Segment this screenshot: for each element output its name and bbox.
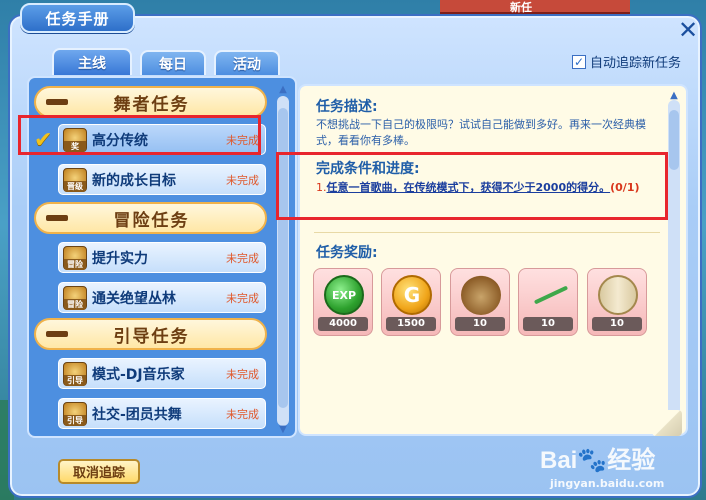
detail-scrollbar[interactable]	[668, 100, 680, 416]
tab-event[interactable]: 活动	[214, 50, 280, 75]
category-title: 冒险任务	[113, 210, 190, 231]
watermark-logo: Bai🐾经验	[540, 447, 656, 474]
reward-thread[interactable]: 10	[587, 268, 647, 336]
reward-count: 4000	[318, 317, 368, 331]
quest-name: 通关绝望丛林	[92, 290, 176, 307]
quest-item-new-growth[interactable]: 晋级 新的成长目标 未完成	[58, 164, 266, 195]
background-banner: 新任	[440, 0, 630, 14]
reward-gold[interactable]: G 1500	[381, 268, 441, 336]
category-dancer[interactable]: 舞者任务	[34, 86, 267, 118]
quest-item-dj-musician[interactable]: 引导 模式-DJ音乐家 未完成	[58, 358, 266, 389]
baidu-watermark: Bai🐾经验 jingyan.baidu.com	[540, 440, 664, 490]
quest-name: 提升实力	[92, 250, 148, 267]
detail-scroll-up-icon[interactable]: ▲	[668, 90, 680, 101]
auto-track-toggle[interactable]: ✓ 自动追踪新任务	[572, 52, 681, 71]
window-title: 任务手册	[20, 3, 135, 33]
highlight-box-condition	[276, 152, 668, 220]
quest-item-improve-strength[interactable]: 冒险 提升实力 未完成	[58, 242, 266, 273]
exp-icon: EXP	[324, 275, 364, 315]
highlight-box-quest	[18, 115, 261, 155]
treasure-chest-icon: 冒险	[63, 285, 87, 310]
reward-count: 1500	[386, 317, 436, 331]
seed-pod-icon	[461, 275, 501, 315]
description-title: 任务描述:	[316, 99, 378, 115]
guide-icon: 引导	[63, 361, 87, 386]
thread-spool-icon	[598, 275, 638, 315]
cancel-tracking-button[interactable]: 取消追踪	[58, 459, 140, 484]
reward-needle[interactable]: 10	[518, 268, 578, 336]
quest-name: 模式-DJ音乐家	[92, 366, 185, 383]
needle-icon	[529, 275, 569, 315]
collapse-icon	[46, 215, 68, 221]
tab-main[interactable]: 主线	[52, 48, 132, 75]
scroll-up-icon[interactable]: ▲	[277, 84, 289, 95]
rewards-title: 任务奖励:	[316, 245, 378, 261]
category-title: 舞者任务	[113, 94, 190, 115]
collapse-icon	[46, 99, 68, 105]
tab-daily[interactable]: 每日	[140, 50, 206, 75]
auto-track-label: 自动追踪新任务	[590, 56, 682, 71]
quest-name: 社交-团员共舞	[92, 406, 182, 423]
category-adventure[interactable]: 冒险任务	[34, 202, 267, 234]
collapse-icon	[46, 331, 68, 337]
guide-icon: 引导	[63, 401, 87, 426]
promotion-icon: 晋级	[63, 167, 87, 192]
page-curl-icon	[652, 410, 682, 436]
reward-seed[interactable]: 10	[450, 268, 510, 336]
treasure-chest-icon: 冒险	[63, 245, 87, 270]
divider	[314, 232, 660, 233]
quest-item-group-dance[interactable]: 引导 社交-团员共舞 未完成	[58, 398, 266, 429]
quest-name: 新的成长目标	[92, 172, 176, 189]
quest-list-scrollbar[interactable]	[277, 96, 289, 426]
close-button[interactable]: ✕	[676, 18, 700, 42]
gold-coin-icon: G	[392, 275, 432, 315]
quest-status: 未完成	[226, 251, 259, 265]
quest-status: 未完成	[226, 291, 259, 305]
scroll-down-icon[interactable]: ▼	[277, 424, 289, 435]
reward-count: 10	[592, 317, 642, 331]
auto-track-checkbox[interactable]: ✓	[572, 54, 586, 69]
reward-count: 10	[455, 317, 505, 331]
tab-bar: 主线 每日 活动	[52, 48, 280, 75]
quest-item-clear-jungle[interactable]: 冒险 通关绝望丛林 未完成	[58, 282, 266, 313]
quest-status: 未完成	[226, 173, 259, 187]
detail-scroll-thumb[interactable]	[669, 110, 679, 170]
quest-status: 未完成	[226, 407, 259, 421]
description-text: 不想挑战一下自己的极限吗？试试自己能做到多好。再来一次经典模式，看看你有多棒。	[316, 118, 646, 147]
category-title: 引导任务	[113, 326, 190, 347]
reward-exp[interactable]: EXP 4000	[313, 268, 373, 336]
category-guide[interactable]: 引导任务	[34, 318, 267, 350]
quest-status: 未完成	[226, 367, 259, 381]
watermark-url: jingyan.baidu.com	[550, 477, 665, 490]
reward-count: 10	[523, 317, 573, 331]
